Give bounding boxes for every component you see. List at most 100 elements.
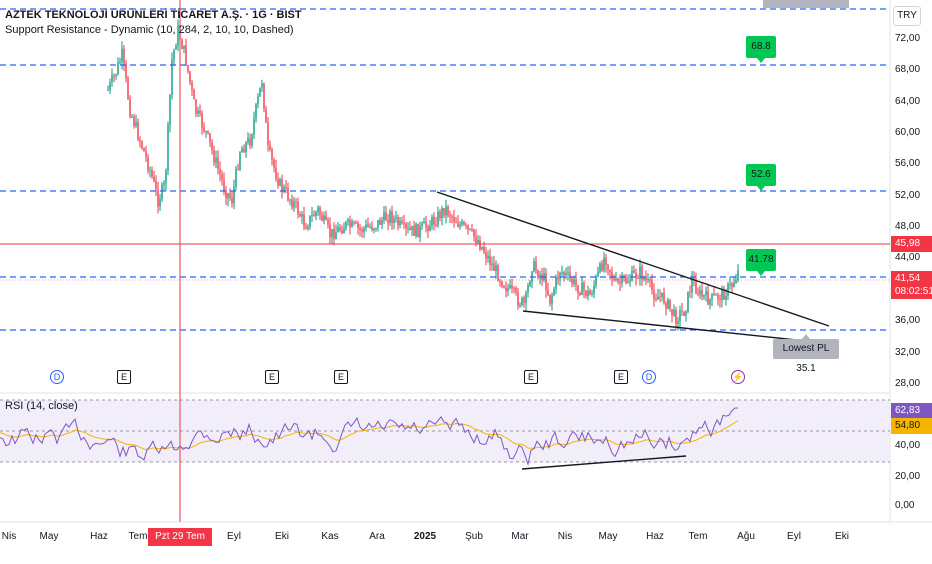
- candle-body: [303, 213, 305, 227]
- candle-body: [651, 280, 653, 291]
- candle-body: [511, 285, 513, 288]
- candle-body: [249, 138, 251, 146]
- candle-body: [375, 227, 377, 229]
- indicator-legend[interactable]: Support Resistance - Dynamic (10, 284, 2…: [5, 24, 294, 36]
- candle-body: [407, 227, 409, 229]
- candle-body: [325, 215, 327, 220]
- rsi-value-tag: 62,83: [891, 403, 932, 419]
- candle-body: [661, 292, 663, 297]
- candle-body: [273, 159, 275, 168]
- earnings-icon[interactable]: E: [265, 370, 279, 384]
- candle-body: [255, 104, 257, 119]
- candle-body: [667, 299, 669, 309]
- resistance-flag-41[interactable]: 41.78: [746, 249, 776, 276]
- candle-body: [613, 278, 615, 280]
- candle-body: [417, 223, 419, 238]
- candle-body: [251, 134, 253, 146]
- candle-body: [463, 221, 465, 225]
- lowest-pivot-flag[interactable]: Lowest PL 35.1: [773, 334, 839, 374]
- candle-body: [357, 223, 359, 229]
- candle-body: [695, 280, 697, 294]
- candle-body: [199, 110, 201, 114]
- candle-body: [207, 131, 209, 134]
- candle-body: [535, 261, 537, 271]
- time-tick: 2025: [413, 531, 437, 542]
- candle-body: [117, 62, 119, 75]
- candle-body: [285, 187, 287, 189]
- candle-body: [599, 263, 601, 272]
- resistance-flag-68[interactable]: 68.8: [746, 36, 776, 63]
- candle-body: [701, 290, 703, 297]
- candle-body: [433, 216, 435, 225]
- candle-body: [187, 65, 189, 72]
- resistance-flag-52[interactable]: 52.6: [746, 164, 776, 191]
- candle-body: [337, 227, 339, 232]
- symbol-title[interactable]: AZTEK TEKNOLOJİ ÜRÜNLERİ TİCARET A.Ş. · …: [5, 9, 302, 21]
- candle-body: [385, 212, 387, 221]
- earnings-icon[interactable]: E: [614, 370, 628, 384]
- currency-button[interactable]: TRY: [893, 6, 921, 26]
- candle-body: [253, 118, 255, 135]
- time-tick: Mar: [511, 531, 529, 542]
- crosshair-date-label: Pzt 29 Tem '24: [148, 528, 212, 560]
- candle-body: [165, 170, 167, 184]
- candle-body: [529, 281, 531, 286]
- candle-body: [503, 286, 505, 288]
- candle-body: [547, 290, 549, 295]
- rsi-tick: 20,00: [895, 471, 921, 482]
- candle-body: [423, 221, 425, 224]
- candle-body: [347, 219, 349, 222]
- candle-body: [441, 208, 443, 219]
- candle-body: [237, 168, 239, 170]
- candle-body: [265, 108, 267, 123]
- candle-body: [335, 231, 337, 240]
- dividend-icon[interactable]: D: [642, 370, 656, 384]
- candle-body: [305, 226, 307, 229]
- price-tick: 52,00: [895, 190, 921, 201]
- earnings-icon[interactable]: E: [524, 370, 538, 384]
- candle-body: [653, 290, 655, 300]
- candle-body: [727, 284, 729, 296]
- candle-body: [569, 272, 571, 279]
- candle-body: [409, 227, 411, 230]
- candle-body: [435, 224, 437, 226]
- candle-body: [675, 309, 677, 324]
- candle-body: [473, 229, 475, 237]
- candle-body: [183, 45, 185, 49]
- candle-body: [589, 290, 591, 295]
- candle-body: [465, 224, 467, 226]
- candle-body: [341, 230, 343, 234]
- time-tick: Tem: [688, 531, 708, 542]
- earnings-icon[interactable]: E: [117, 370, 131, 384]
- candle-body: [629, 280, 631, 283]
- bar-countdown: 08:02:51: [895, 286, 932, 297]
- rsi-legend[interactable]: RSI (14, close): [5, 400, 78, 412]
- earnings-icon[interactable]: E: [334, 370, 348, 384]
- dividend-icon[interactable]: D: [50, 370, 64, 384]
- time-tick: Eyl: [227, 531, 241, 542]
- candle-body: [373, 228, 375, 230]
- candle-body: [665, 303, 667, 309]
- candle-body: [451, 216, 453, 218]
- candle-body: [127, 78, 129, 99]
- candle-body: [725, 295, 727, 300]
- candle-body: [353, 221, 355, 224]
- candle-body: [587, 290, 589, 296]
- candle-body: [443, 208, 445, 216]
- candle-body: [525, 292, 527, 303]
- candle-body: [387, 220, 389, 223]
- candle-body: [703, 295, 705, 297]
- candle-body: [281, 179, 283, 191]
- candle-body: [611, 272, 613, 279]
- candle-body: [293, 201, 295, 208]
- lower-trendline: [522, 310, 807, 342]
- chart-canvas[interactable]: [0, 0, 932, 550]
- candle-body: [115, 74, 117, 76]
- candle-body: [221, 174, 223, 180]
- candle-body: [219, 168, 221, 175]
- candle-body: [339, 227, 341, 231]
- candle-body: [609, 269, 611, 273]
- candle-body: [657, 296, 659, 300]
- split-icon[interactable]: ⚡: [731, 370, 745, 384]
- time-tick: Kas: [321, 531, 339, 542]
